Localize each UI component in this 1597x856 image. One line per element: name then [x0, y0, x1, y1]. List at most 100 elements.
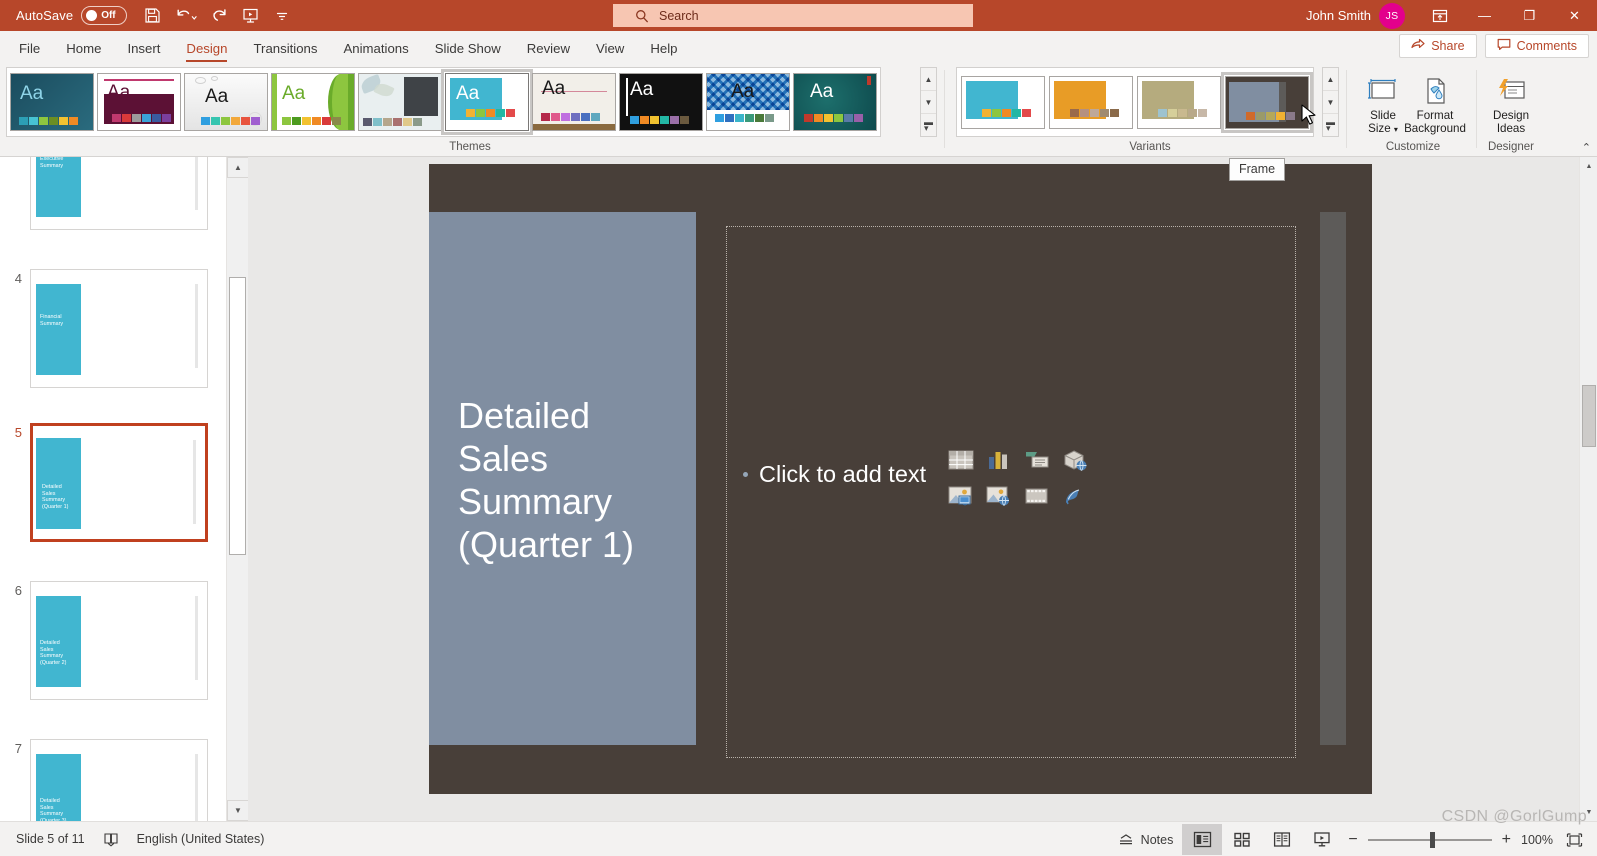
thumbnail-slide-3[interactable]: Executive Summary — [30, 157, 208, 230]
insert-table-icon[interactable] — [943, 442, 979, 478]
theme-thumbnail-1[interactable]: Aa — [97, 73, 181, 131]
variant-thumbnail-2[interactable] — [1137, 75, 1221, 129]
canvas-scroll-up-button[interactable]: ▲ — [1580, 157, 1597, 175]
zoom-slider-handle[interactable] — [1429, 831, 1435, 848]
theme-thumbnail-0[interactable]: Aa — [10, 73, 94, 131]
save-icon[interactable] — [137, 0, 167, 31]
themes-more-button[interactable]: ▬ ▾ — [921, 114, 936, 136]
themes-scroll-up-button[interactable]: ▲ — [921, 68, 936, 91]
language-indicator[interactable]: English (United States) — [128, 822, 274, 856]
reading-view-button[interactable] — [1262, 824, 1302, 855]
insert-icons-icon[interactable] — [1057, 478, 1093, 514]
content-placeholder[interactable]: Click to add text — [726, 226, 1296, 758]
theme-thumbnail-4[interactable] — [358, 73, 442, 131]
slide-thumbnail-pane[interactable]: Executive Summary 4 Financial Summary 5 Detail… — [0, 157, 226, 821]
maximize-restore-button[interactable]: ❐ — [1507, 0, 1552, 31]
theme-thumbnail-3[interactable]: Aa — [271, 73, 355, 131]
tab-view[interactable]: View — [583, 33, 637, 63]
zoom-level-label[interactable]: 100% — [1517, 822, 1557, 856]
zoom-slider[interactable] — [1367, 831, 1492, 848]
ribbon-display-options-icon[interactable] — [1417, 0, 1462, 31]
slide-thumbnail-image[interactable]: Detailed Sales Summary (Quarter 1) — [30, 423, 208, 542]
tab-home[interactable]: Home — [53, 33, 114, 63]
avatar[interactable]: JS — [1379, 2, 1405, 29]
slide-thumbnail-image[interactable]: Detailed Sales Summary (Quarter 2) — [30, 581, 208, 700]
autosave-toggle[interactable]: Off — [81, 6, 128, 25]
tab-help[interactable]: Help — [637, 33, 690, 63]
variant-thumbnail-3[interactable] — [1221, 71, 1313, 133]
variants-scroll-up-button[interactable]: ▲ — [1323, 68, 1338, 91]
zoom-out-button[interactable]: − — [1342, 822, 1363, 856]
theme-thumbnail-6[interactable]: Aa — [532, 73, 616, 131]
current-slide[interactable]: Detailed Sales Summary (Quarter 1) Click… — [429, 164, 1372, 794]
slide-title-panel[interactable]: Detailed Sales Summary (Quarter 1) — [429, 212, 696, 745]
minimize-button[interactable]: — — [1462, 0, 1507, 31]
themes-gallery[interactable]: Aa Aa Aa Aa Aa Aa Aa Aa Aa — [6, 67, 881, 137]
theme-thumbnail-9[interactable]: Aa — [793, 73, 877, 131]
thumbnail-pane-scrollbar[interactable]: ▲ ▼ — [226, 157, 249, 821]
slide-sorter-button[interactable] — [1222, 824, 1262, 855]
search-input[interactable]: Search — [659, 9, 699, 23]
share-button[interactable]: Share — [1399, 34, 1477, 58]
format-background-button[interactable]: Format Background — [1396, 69, 1474, 143]
theme-thumbnail-2[interactable]: Aa — [184, 73, 268, 131]
insert-chart-icon[interactable] — [981, 442, 1017, 478]
undo-icon[interactable] — [167, 0, 205, 31]
variant-thumbnail-0[interactable] — [961, 75, 1045, 129]
zoom-slider-track[interactable] — [1367, 831, 1492, 848]
tab-insert[interactable]: Insert — [114, 33, 173, 63]
placeholder-prompt-text[interactable]: Click to add text — [759, 461, 926, 488]
thumbnail-slide-6[interactable]: 6 Detailed Sales Summary (Quarter 2) — [15, 581, 208, 700]
spell-check-icon[interactable] — [94, 822, 128, 856]
thumbnail-scroll-down-button[interactable]: ▼ — [227, 800, 249, 821]
tab-design[interactable]: Design — [173, 33, 240, 63]
insert-pictures-icon[interactable] — [943, 478, 979, 514]
slide-counter[interactable]: Slide 5 of 11 — [0, 822, 94, 856]
redo-icon[interactable] — [205, 0, 235, 31]
canvas-scroll-thumb[interactable] — [1582, 385, 1596, 447]
search-box[interactable]: Search — [613, 4, 973, 27]
canvas-vertical-scrollbar[interactable]: ▲ ▼ — [1579, 157, 1597, 821]
start-presentation-icon[interactable] — [235, 0, 265, 31]
collapse-ribbon-icon[interactable]: ⌃ — [1582, 141, 1591, 154]
user-name[interactable]: John Smith — [1306, 8, 1371, 23]
thumbnail-slide-5[interactable]: 5 Detailed Sales Summary (Quarter 1) — [15, 423, 208, 542]
fit-to-window-icon[interactable] — [1557, 822, 1597, 856]
close-button[interactable]: ✕ — [1552, 0, 1597, 31]
canvas-scroll-down-button[interactable]: ▼ — [1580, 803, 1597, 821]
slide-show-button[interactable] — [1302, 824, 1342, 855]
insert-video-icon[interactable] — [1019, 478, 1055, 514]
slide-title-text[interactable]: Detailed Sales Summary (Quarter 1) — [458, 394, 688, 566]
tab-slide-show[interactable]: Slide Show — [422, 33, 514, 63]
thumbnail-slide-7[interactable]: 7 Detailed Sales Summary (Quarter 3) — [15, 739, 208, 821]
variants-scroll-down-button[interactable]: ▼ — [1323, 91, 1338, 114]
variant-thumbnail-1[interactable] — [1049, 75, 1133, 129]
notes-button[interactable]: Notes — [1109, 822, 1183, 856]
customize-quick-access-icon[interactable] — [265, 0, 299, 31]
insert-online-pictures-icon[interactable] — [981, 478, 1017, 514]
slide-thumbnail-image[interactable]: Financial Summary — [30, 269, 208, 388]
theme-thumbnail-5[interactable]: Aa — [441, 69, 533, 135]
tab-file[interactable]: File — [6, 33, 53, 63]
tab-transitions[interactable]: Transitions — [240, 33, 330, 63]
theme-thumbnail-7[interactable]: Aa — [619, 73, 703, 131]
slide-thumbnail-image[interactable]: Executive Summary — [30, 157, 208, 230]
thumbnail-scroll-thumb[interactable] — [229, 277, 246, 555]
tab-animations[interactable]: Animations — [331, 33, 422, 63]
variants-gallery[interactable] — [956, 67, 1314, 137]
theme-thumbnail-8[interactable]: Aa — [706, 73, 790, 131]
thumbnail-slide-4[interactable]: 4 Financial Summary — [15, 269, 208, 388]
variants-gallery-scrollbar[interactable]: ▲ ▼ ▬ ▾ — [1322, 67, 1339, 137]
normal-view-button[interactable] — [1182, 824, 1223, 855]
zoom-in-button[interactable]: + — [1496, 822, 1517, 856]
themes-scroll-down-button[interactable]: ▼ — [921, 91, 936, 114]
variants-more-button[interactable]: ▬ ▾ — [1323, 114, 1338, 136]
design-ideas-button[interactable]: Design Ideas — [1480, 69, 1542, 143]
thumbnail-scroll-up-button[interactable]: ▲ — [227, 157, 249, 178]
insert-3d-model-icon[interactable] — [1057, 442, 1093, 478]
slide-thumbnail-image[interactable]: Detailed Sales Summary (Quarter 3) — [30, 739, 208, 821]
tab-review[interactable]: Review — [514, 33, 583, 63]
themes-gallery-scrollbar[interactable]: ▲ ▼ ▬ ▾ — [920, 67, 937, 137]
comments-button[interactable]: Comments — [1484, 34, 1589, 58]
insert-smartart-icon[interactable] — [1019, 442, 1055, 478]
